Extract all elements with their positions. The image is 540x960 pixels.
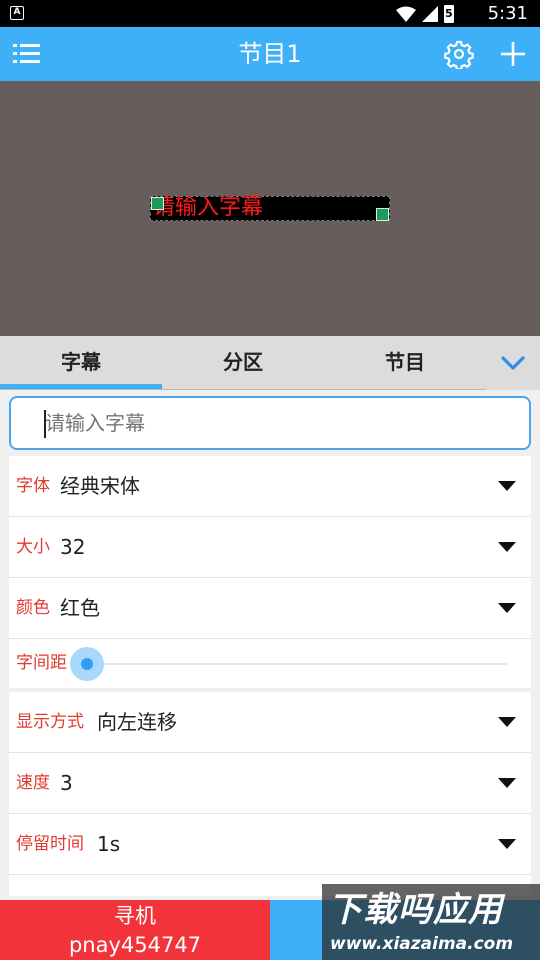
dropdown-arrow-icon [498,717,516,727]
battery-level-label: 5 [445,7,453,20]
dwell-time-value: 1s [97,832,121,856]
text-cursor [44,410,46,438]
caption-preview-text: 请输入字幕 [153,195,264,220]
font-label: 字体 [16,476,50,496]
size-value: 32 [60,535,86,559]
find-device-button[interactable]: 寻机 pnay454747 [0,900,270,960]
dwell-time-label: 停留时间 [16,834,84,854]
device-id-label: pnay454747 [68,933,202,957]
settings-button[interactable] [444,39,474,71]
spacing-slider-thumb[interactable] [70,647,104,681]
tab-bar: 字幕 分区 节目 [0,336,540,390]
caption-preview-box[interactable]: 请输入字幕 [150,195,390,221]
dropdown-arrow-icon [498,839,516,849]
resize-handle-bottom-right[interactable] [376,208,389,221]
speed-label: 速度 [16,773,50,793]
status-time: 5:31 [487,3,528,24]
tab-zone[interactable]: 分区 [162,336,324,390]
resize-handle-top-left[interactable] [151,197,164,210]
speed-row[interactable]: 速度 3 [9,753,531,814]
color-value: 红色 [60,596,100,620]
dropdown-arrow-icon [498,542,516,552]
speed-value: 3 [60,771,73,795]
spacing-slider-track[interactable] [97,663,507,665]
tab-program[interactable]: 节目 [324,336,486,390]
color-label: 颜色 [16,598,50,618]
app-bar: 节目1 [0,27,540,81]
display-mode-panel: 显示方式 向左连移 速度 3 停留时间 1s [9,692,531,896]
status-icons: 5 [396,5,454,23]
text-style-panel: 字体 经典宋体 大小 32 颜色 红色 字间距 [9,456,531,688]
wifi-icon [396,6,416,22]
size-label: 大小 [16,537,50,557]
add-button[interactable] [498,39,528,69]
caption-input-container [9,396,531,450]
collapse-panel-button[interactable] [496,346,530,380]
font-row[interactable]: 字体 经典宋体 [9,456,531,517]
spacing-row: 字间距 [9,639,531,688]
spacing-label: 字间距 [16,653,67,673]
watermark-brand: 下载吗应用 [328,890,503,930]
battery-icon: 5 [444,5,454,23]
display-mode-row[interactable]: 显示方式 向左连移 [9,692,531,753]
chevron-down-icon [501,356,525,370]
status-bar: A 5 5:31 [0,0,540,27]
tab-divider [0,389,486,390]
led-preview-area[interactable]: 请输入字幕 [0,81,540,336]
watermark-url: www.xiazaima.com [330,934,514,954]
display-mode-label: 显示方式 [16,712,84,732]
find-device-label: 寻机 [114,904,156,928]
font-value: 经典宋体 [60,474,140,498]
dropdown-arrow-icon [498,778,516,788]
notification-app-icon: A [10,6,24,20]
signal-icon [422,6,438,22]
dropdown-arrow-icon [498,603,516,613]
plus-icon [501,42,525,66]
display-mode-value: 向左连移 [97,710,177,734]
site-watermark: 下载吗应用 www.xiazaima.com [322,884,540,960]
caption-input[interactable] [45,404,515,442]
color-row[interactable]: 颜色 红色 [9,578,531,639]
dwell-time-row[interactable]: 停留时间 1s [9,814,531,875]
gear-icon [444,40,474,71]
dropdown-arrow-icon [498,481,516,491]
size-row[interactable]: 大小 32 [9,517,531,578]
tab-caption[interactable]: 字幕 [0,336,162,390]
